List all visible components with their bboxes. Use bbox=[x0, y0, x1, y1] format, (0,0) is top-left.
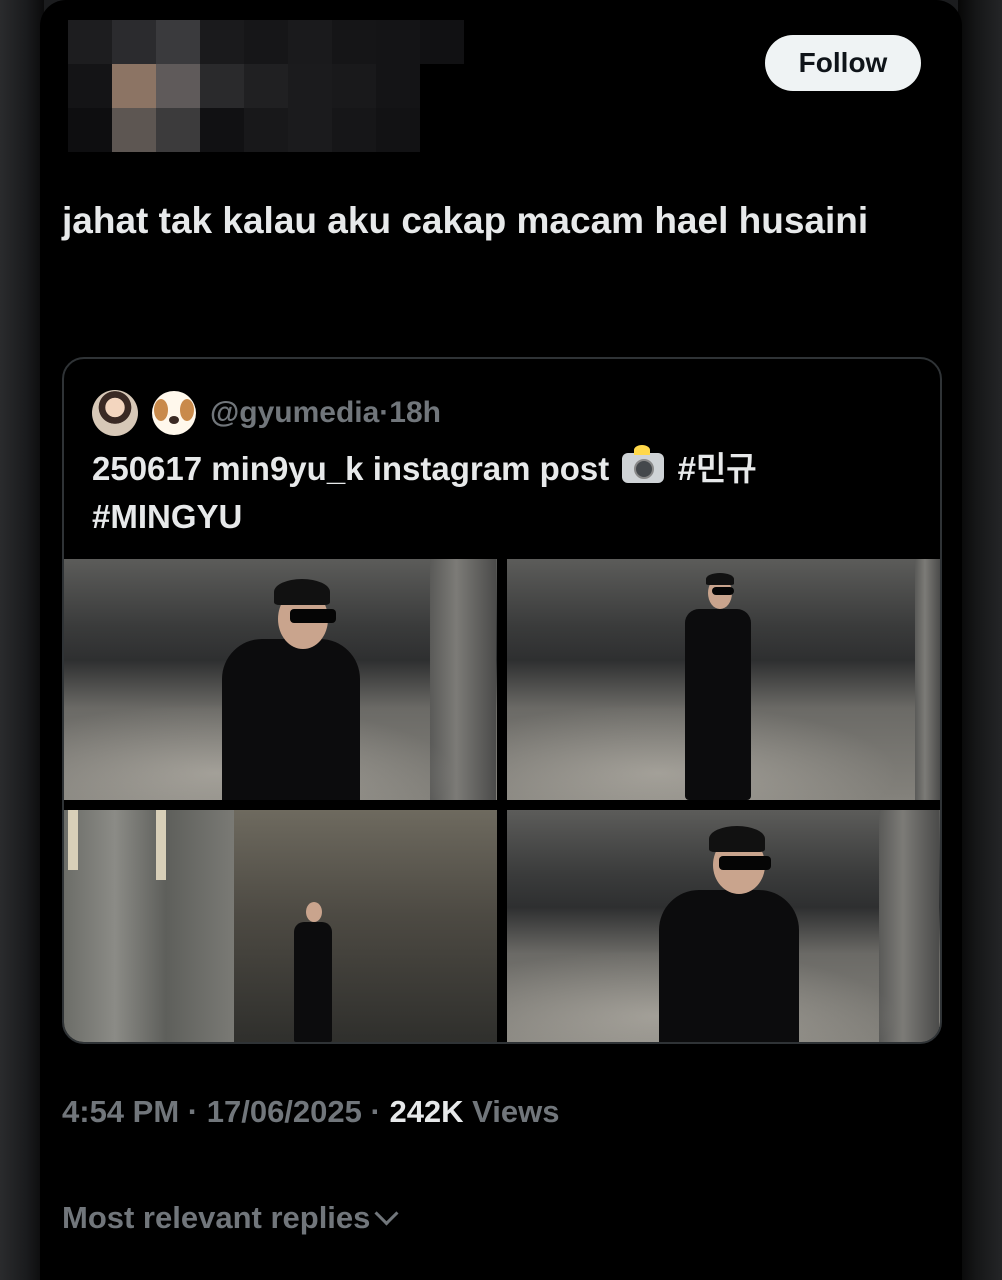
separator-dot: · bbox=[361, 1094, 390, 1129]
camera-flash-icon bbox=[622, 445, 665, 483]
post-date[interactable]: 17/06/2025 bbox=[207, 1094, 362, 1129]
quoted-tweet-time: ·18h bbox=[379, 396, 441, 429]
most-relevant-replies-dropdown[interactable]: Most relevant replies bbox=[62, 1200, 399, 1236]
views-label: Views bbox=[463, 1094, 560, 1129]
quoted-author-avatar[interactable] bbox=[92, 390, 138, 436]
replies-sort-label: Most relevant replies bbox=[62, 1200, 371, 1235]
quoted-tweet-header: @gyumedia ·18h bbox=[92, 389, 441, 437]
media-photo-2[interactable] bbox=[507, 559, 940, 800]
media-photo-4[interactable] bbox=[507, 810, 940, 1042]
quoted-tweet-text: 250617 min9yu_k instagram post #민규 #MING… bbox=[92, 445, 912, 541]
quoted-author-handle[interactable]: @gyumedia bbox=[210, 396, 379, 430]
tweet-timestamp: 4:54 PM · 17/06/2025 · 242K Views bbox=[62, 1094, 560, 1130]
chevron-down-icon bbox=[374, 1200, 399, 1226]
media-photo-3[interactable] bbox=[64, 810, 497, 1042]
dog-emoji-icon bbox=[152, 391, 196, 435]
tweet-post: Follow jahat tak kalau aku cakap macam h… bbox=[40, 0, 962, 1280]
follow-button[interactable]: Follow bbox=[765, 35, 921, 91]
quoted-text-part-1: 250617 min9yu_k instagram post bbox=[92, 450, 610, 487]
background-edge-right bbox=[958, 0, 1002, 1280]
media-photo-1[interactable] bbox=[64, 559, 497, 800]
tweet-text: jahat tak kalau aku cakap macam hael hus… bbox=[62, 200, 869, 241]
post-time[interactable]: 4:54 PM bbox=[62, 1094, 179, 1129]
media-grid bbox=[64, 559, 940, 1042]
separator-dot: · bbox=[179, 1094, 207, 1129]
blurred-author-avatar[interactable] bbox=[68, 20, 464, 152]
quoted-tweet[interactable]: @gyumedia ·18h 250617 min9yu_k instagram… bbox=[62, 357, 942, 1044]
background-edge-left bbox=[0, 0, 44, 1280]
views-count: 242K bbox=[389, 1094, 464, 1129]
